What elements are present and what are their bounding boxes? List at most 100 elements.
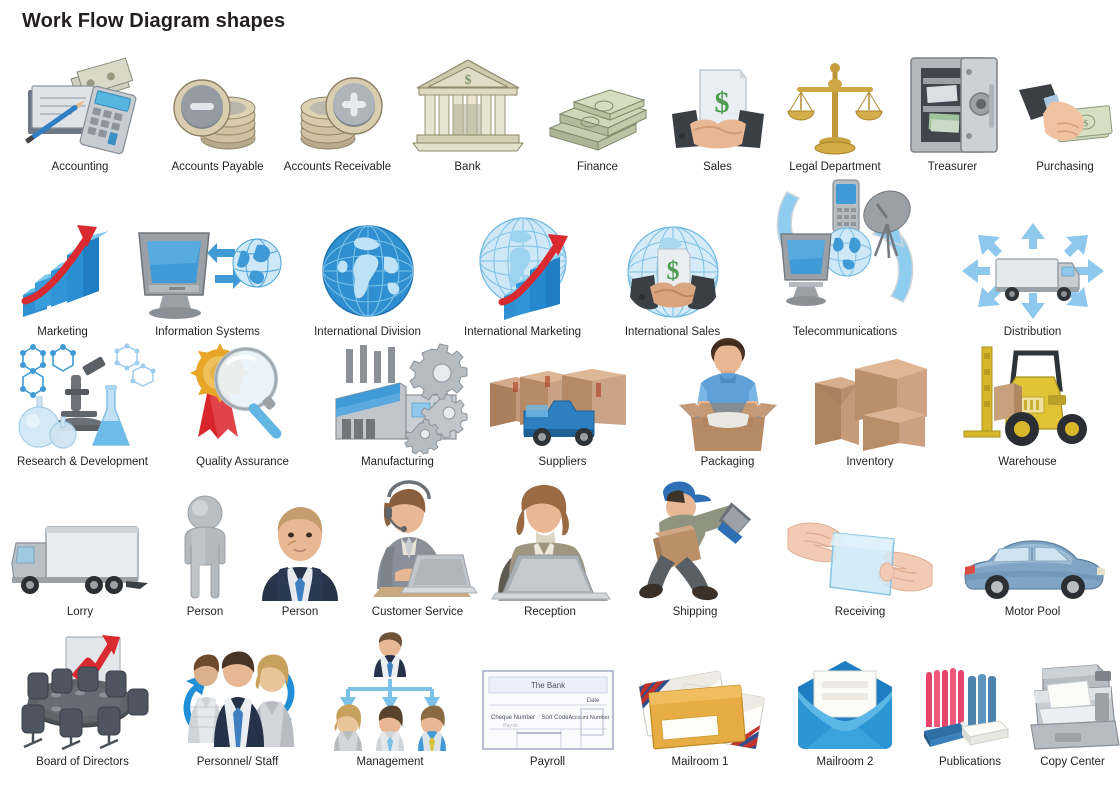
- envelopes-stack-icon: [625, 667, 775, 751]
- shape-label: Bank: [454, 161, 481, 173]
- shape-cell-board-of-directors[interactable]: Board of Directors: [0, 633, 165, 769]
- shape-label: Information Systems: [155, 326, 260, 338]
- cheque-pay-to-label: Pay to:: [503, 723, 519, 729]
- shape-cell-lorry[interactable]: Lorry: [0, 519, 160, 619]
- cheque-date-label: Date: [586, 698, 599, 704]
- shape-cell-information-systems[interactable]: Information Systems: [125, 221, 290, 339]
- handshake-dollar-document-icon: $: [660, 64, 775, 156]
- shape-label: Mailroom 2: [816, 756, 874, 768]
- shape-row: Research & Development Quality Assurance…: [0, 338, 1120, 469]
- shape-label: Sales: [703, 161, 732, 173]
- award-ribbon-magnifier-icon: [165, 341, 320, 451]
- globe-handshake-dollar-icon: $: [600, 223, 745, 321]
- shape-cell-warehouse[interactable]: Warehouse: [935, 343, 1120, 469]
- shape-label: Research & Development: [16, 456, 149, 468]
- shape-label: Board of Directors: [36, 756, 129, 768]
- shape-cell-accounting[interactable]: Accounting: [0, 57, 160, 174]
- shape-label: Person: [186, 606, 224, 618]
- hand-holding-cash-icon: $: [1010, 80, 1120, 156]
- receptionist-desk-icon: [485, 485, 615, 601]
- shape-cell-international-sales[interactable]: $ International Sales: [600, 223, 745, 339]
- shape-label: Customer Service: [371, 606, 464, 618]
- shape-cell-quality-assurance[interactable]: Quality Assurance: [165, 341, 320, 469]
- sedan-car-icon: [945, 535, 1120, 601]
- shape-label: Legal Department: [789, 161, 881, 173]
- shape-label: Treasurer: [927, 161, 978, 173]
- shape-cell-manufacturing[interactable]: Manufacturing: [320, 343, 475, 469]
- shape-cell-sales[interactable]: $ Sales: [660, 64, 775, 174]
- shape-label: Lorry: [66, 606, 94, 618]
- books-row-icon: [915, 665, 1025, 751]
- page-title: Work Flow Diagram shapes: [22, 10, 286, 32]
- shape-cell-telecommunications[interactable]: Telecommunications: [745, 176, 945, 339]
- shape-label: Manufacturing: [361, 456, 434, 468]
- boardroom-table-chart-icon: [0, 633, 165, 751]
- shape-cell-distribution[interactable]: Distribution: [945, 221, 1120, 339]
- org-chart-people-icon: [310, 632, 470, 751]
- shape-label: Reception: [524, 606, 576, 618]
- shape-cell-copy-center[interactable]: Copy Center: [1025, 661, 1120, 769]
- shape-cell-treasurer[interactable]: Treasurer: [895, 54, 1010, 174]
- shape-cell-suppliers[interactable]: Suppliers: [475, 355, 650, 469]
- shape-gallery: Accounting Accounts Payable Accounts Rec…: [0, 44, 1120, 769]
- shape-label: Publications: [938, 756, 1001, 768]
- safe-vault-icon: [895, 54, 1010, 156]
- shape-label: Motor Pool: [1004, 606, 1061, 618]
- shape-label: Personnel/ Staff: [196, 756, 279, 768]
- shape-cell-mailroom-2[interactable]: Mailroom 2: [775, 657, 915, 769]
- shape-label: Purchasing: [1036, 161, 1094, 173]
- worker-packing-box-icon: [650, 338, 805, 451]
- shape-label: Warehouse: [998, 456, 1057, 468]
- cardboard-boxes-icon: [805, 355, 935, 451]
- shape-cell-research-development[interactable]: Research & Development: [0, 341, 165, 469]
- shape-cell-person-portrait[interactable]: Person: [250, 505, 350, 619]
- shape-cell-mailroom-1[interactable]: Mailroom 1: [625, 667, 775, 769]
- shape-cell-purchasing[interactable]: $ Purchasing: [1010, 80, 1120, 174]
- shape-label: Suppliers: [538, 456, 587, 468]
- cheque-number-label: Cheque Number: [490, 715, 534, 721]
- shape-label: Finance: [577, 161, 618, 173]
- shape-label: Payroll: [529, 756, 566, 768]
- shape-cell-inventory[interactable]: Inventory: [805, 355, 935, 469]
- shape-cell-bank[interactable]: $ Bank: [400, 56, 535, 174]
- shape-cell-accounts-receivable[interactable]: Accounts Receivable: [275, 64, 400, 174]
- shape-cell-customer-service[interactable]: Customer Service: [350, 480, 485, 619]
- shape-cell-management[interactable]: Management: [310, 632, 470, 769]
- shape-cell-international-division[interactable]: International Division: [290, 221, 445, 339]
- shape-label: Copy Center: [1040, 756, 1105, 768]
- shape-cell-publications[interactable]: Publications: [915, 665, 1025, 769]
- shape-cell-receiving[interactable]: Receiving: [775, 515, 945, 619]
- shape-cell-international-marketing[interactable]: International Marketing: [445, 216, 600, 339]
- shape-label: Management: [356, 756, 424, 768]
- svg-text:$: $: [666, 256, 679, 285]
- open-mail-envelope-icon: [775, 657, 915, 751]
- shape-cell-packaging[interactable]: Packaging: [650, 338, 805, 469]
- shape-row: Lorry Person Person Customer Service Rec…: [0, 469, 1120, 619]
- shape-cell-legal-department[interactable]: Legal Department: [775, 60, 895, 174]
- shape-cell-accounts-payable[interactable]: Accounts Payable: [160, 64, 275, 174]
- businessman-portrait-icon: [250, 505, 350, 601]
- shape-cell-reception[interactable]: Reception: [485, 485, 615, 619]
- shape-cell-finance[interactable]: Finance: [535, 86, 660, 174]
- forklift-icon: [935, 343, 1120, 451]
- shape-label: Inventory: [846, 456, 894, 468]
- shape-cell-payroll[interactable]: The Bank Date Cheque Number Pay to: Sort…: [470, 669, 625, 769]
- monitor-globe-exchange-icon: [125, 221, 290, 321]
- shape-label: Packaging: [700, 456, 755, 468]
- shape-cell-motor-pool[interactable]: Motor Pool: [945, 535, 1120, 619]
- shape-label: Accounts Receivable: [283, 161, 392, 173]
- shape-label: Person: [281, 606, 319, 618]
- shape-cell-personnel-staff[interactable]: Personnel/ Staff: [165, 647, 310, 769]
- factory-gears-icon: [320, 343, 475, 455]
- cheque-account-number-label: Account Number: [568, 715, 609, 721]
- cheque-sort-code-label: Sort Code: [541, 715, 569, 721]
- generic-person-figure-icon: [160, 495, 250, 601]
- shape-label: International Marketing: [464, 326, 581, 338]
- svg-text:$: $: [464, 73, 471, 88]
- printer-copier-icon: [1025, 661, 1120, 751]
- shape-cell-person-figure[interactable]: Person: [160, 495, 250, 619]
- shape-cell-marketing[interactable]: Marketing: [0, 221, 125, 339]
- growth-bar-chart-arrow-icon: [0, 221, 125, 321]
- shape-cell-shipping[interactable]: Shipping: [615, 479, 775, 619]
- shape-label: Shipping: [672, 606, 718, 618]
